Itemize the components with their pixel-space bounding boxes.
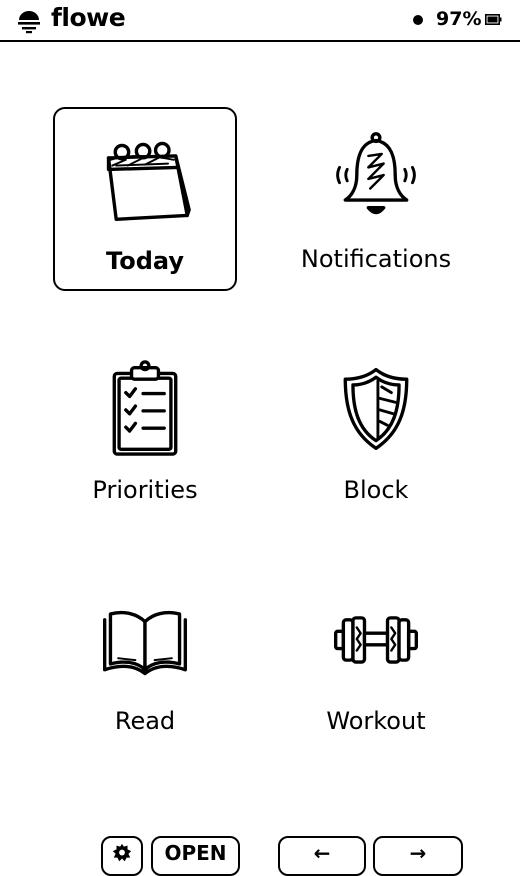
- menu-item-label: Workout: [326, 707, 426, 735]
- notification-dot-icon: [413, 15, 423, 25]
- menu-item-label: Read: [114, 707, 176, 735]
- menu-item-priorities[interactable]: Priorities: [53, 338, 237, 522]
- battery-icon: [485, 14, 502, 25]
- menu-item-label: Today: [106, 247, 184, 275]
- calendar-icon: [106, 141, 191, 221]
- menu-item-label: Block: [343, 476, 409, 504]
- book-icon: [103, 610, 187, 676]
- shield-icon: [343, 367, 409, 450]
- gear-icon: [112, 843, 132, 862]
- menu-item-label: Priorities: [92, 476, 198, 504]
- menu-item-block[interactable]: Block: [284, 338, 468, 522]
- bell-icon: [336, 132, 416, 215]
- menu-item-notifications[interactable]: Notifications: [284, 107, 468, 291]
- status-bar: flowe 97%: [0, 0, 520, 42]
- open-button[interactable]: OPEN: [151, 836, 240, 876]
- clipboard-checklist-icon: [112, 360, 178, 456]
- menu-item-workout[interactable]: Workout: [284, 569, 468, 753]
- dumbbell-icon: [334, 616, 418, 664]
- menu-item-read[interactable]: Read: [53, 569, 237, 753]
- battery-level: 97%: [436, 8, 482, 30]
- app-title: flowe: [51, 3, 126, 32]
- menu-item-label: Notifications: [300, 245, 452, 273]
- next-button[interactable]: →: [373, 836, 463, 876]
- flowe-logo-icon: [18, 11, 40, 34]
- previous-button[interactable]: ←: [278, 836, 366, 876]
- settings-button[interactable]: [101, 836, 143, 876]
- menu-item-today[interactable]: Today: [53, 107, 237, 291]
